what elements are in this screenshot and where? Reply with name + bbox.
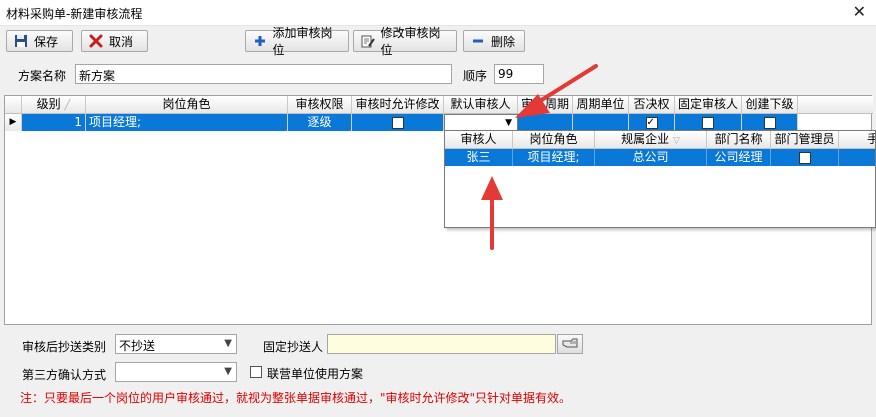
cell-veto[interactable] <box>629 114 675 131</box>
col-header-role[interactable]: 岗位角色 <box>86 96 288 114</box>
col-header-permission[interactable]: 审核权限 <box>288 96 352 114</box>
pick-user-button[interactable] <box>557 334 583 354</box>
col-header-veto[interactable]: 否决权 <box>629 96 675 114</box>
col-header-create-sub[interactable]: 创建下级 <box>742 96 798 114</box>
cell-permission[interactable]: 逐级 <box>288 114 352 131</box>
popup-cell-reviewer[interactable]: 张三 <box>445 149 513 166</box>
col-header-allow-edit[interactable]: 审核时允许修改 <box>352 96 444 114</box>
red-x-icon <box>88 33 104 49</box>
minus-icon <box>470 33 486 49</box>
sort-icon: ╱ <box>64 100 71 111</box>
add-position-button[interactable]: 添加审核岗位 <box>245 26 349 57</box>
col-header-level[interactable]: 级别 ╱ <box>22 96 86 114</box>
title-bar: 材料采购单-新建审核流程 ✕ <box>0 0 876 26</box>
joint-unit-checkbox[interactable] <box>250 366 262 378</box>
note-text: 注：只要最后一个岗位的用户审核通过，就视为整张单据审核通过，"审核时允许修改"只… <box>20 391 572 405</box>
popup-col-dept-admin[interactable]: 部门管理员 <box>771 131 839 149</box>
fixed-cc-label: 固定抄送人 <box>263 340 324 354</box>
third-party-select[interactable]: ▼ <box>115 362 237 382</box>
popup-col-role[interactable]: 岗位角色 <box>513 131 595 149</box>
cc-type-label: 审核后抄送类别 <box>22 340 107 354</box>
dropdown-arrow-icon[interactable]: ▼ <box>505 115 512 130</box>
popup-col-company[interactable]: 规属企业 ▽ <box>595 131 707 149</box>
popup-col-dept[interactable]: 部门名称 <box>707 131 771 149</box>
cell-role[interactable]: 项目经理; <box>86 114 288 131</box>
fixed-cc-input[interactable] <box>327 334 556 354</box>
delete-label: 删除 <box>491 34 516 49</box>
joint-unit-label: 联营单位使用方案 <box>267 367 364 381</box>
plan-name-label: 方案名称 <box>18 69 67 83</box>
order-label: 顺序 <box>463 69 488 83</box>
order-input[interactable]: 99 <box>494 64 544 84</box>
chevron-down-icon: ▼ <box>224 366 232 377</box>
allow-edit-checkbox[interactable] <box>391 116 404 129</box>
cell-level[interactable]: 1 <box>22 114 86 131</box>
create-sub-checkbox[interactable] <box>763 116 776 129</box>
popup-cell-dept[interactable]: 公司经理 <box>707 149 771 166</box>
row-indicator-header <box>5 96 22 114</box>
third-party-label: 第三方确认方式 <box>22 368 107 382</box>
cell-cycle-unit[interactable] <box>573 114 629 131</box>
col-header-fixed-reviewer[interactable]: 固定审核人 <box>675 96 742 114</box>
cc-type-select[interactable]: 不抄送 ▼ <box>115 334 237 354</box>
popup-cell-role[interactable]: 项目经理; <box>513 149 595 166</box>
cell-fixed-reviewer[interactable] <box>675 114 742 131</box>
plus-icon <box>252 33 267 49</box>
col-header-cycle[interactable]: 审核周期 <box>518 96 573 114</box>
dept-admin-checkbox[interactable] <box>798 151 811 164</box>
window-title: 材料采购单-新建审核流程 <box>6 7 143 21</box>
cancel-label: 取消 <box>109 34 134 49</box>
reviewer-dropdown-popup[interactable]: 审核人 岗位角色 规属企业 ▽ 部门名称 部门管理员 手 张三 项目经理; 总公… <box>444 130 876 228</box>
default-reviewer-combobox[interactable]: ▼ <box>444 114 518 131</box>
plan-name-input[interactable]: 新方案 <box>75 64 452 84</box>
add-position-label: 添加审核岗位 <box>272 26 333 57</box>
close-icon[interactable]: ✕ <box>853 2 866 21</box>
fixed-reviewer-checkbox[interactable] <box>702 116 714 129</box>
edit-document-icon <box>360 33 375 49</box>
cell-allow-edit[interactable] <box>352 114 444 131</box>
cell-create-sub[interactable] <box>742 114 798 131</box>
popup-cell-dept-admin[interactable] <box>771 149 839 166</box>
popup-col-reviewer[interactable]: 审核人 <box>445 131 513 149</box>
edit-position-label: 修改审核岗位 <box>380 26 441 57</box>
popup-cell-truncated[interactable] <box>839 149 875 166</box>
save-button[interactable]: 保存 <box>6 30 73 52</box>
save-label: 保存 <box>34 34 59 49</box>
row-indicator-arrow-icon: ▶ <box>5 114 22 131</box>
floppy-disk-icon <box>13 33 29 49</box>
veto-checkbox[interactable] <box>645 115 658 131</box>
cell-cycle[interactable] <box>518 114 573 131</box>
header-filler <box>798 96 873 114</box>
delete-button[interactable]: 删除 <box>463 30 525 52</box>
popup-col-truncated[interactable]: 手 <box>839 131 875 149</box>
col-header-cycle-unit[interactable]: 周期单位 <box>573 96 629 114</box>
hand-pointer-icon <box>562 337 578 352</box>
chevron-down-icon: ▼ <box>224 338 232 349</box>
col-header-default-reviewer[interactable]: 默认审核人 <box>444 96 518 114</box>
edit-position-button[interactable]: 修改审核岗位 <box>353 26 457 57</box>
cancel-button[interactable]: 取消 <box>81 30 148 52</box>
popup-cell-company[interactable]: 总公司 <box>595 149 707 166</box>
filter-icon: ▽ <box>672 136 680 146</box>
